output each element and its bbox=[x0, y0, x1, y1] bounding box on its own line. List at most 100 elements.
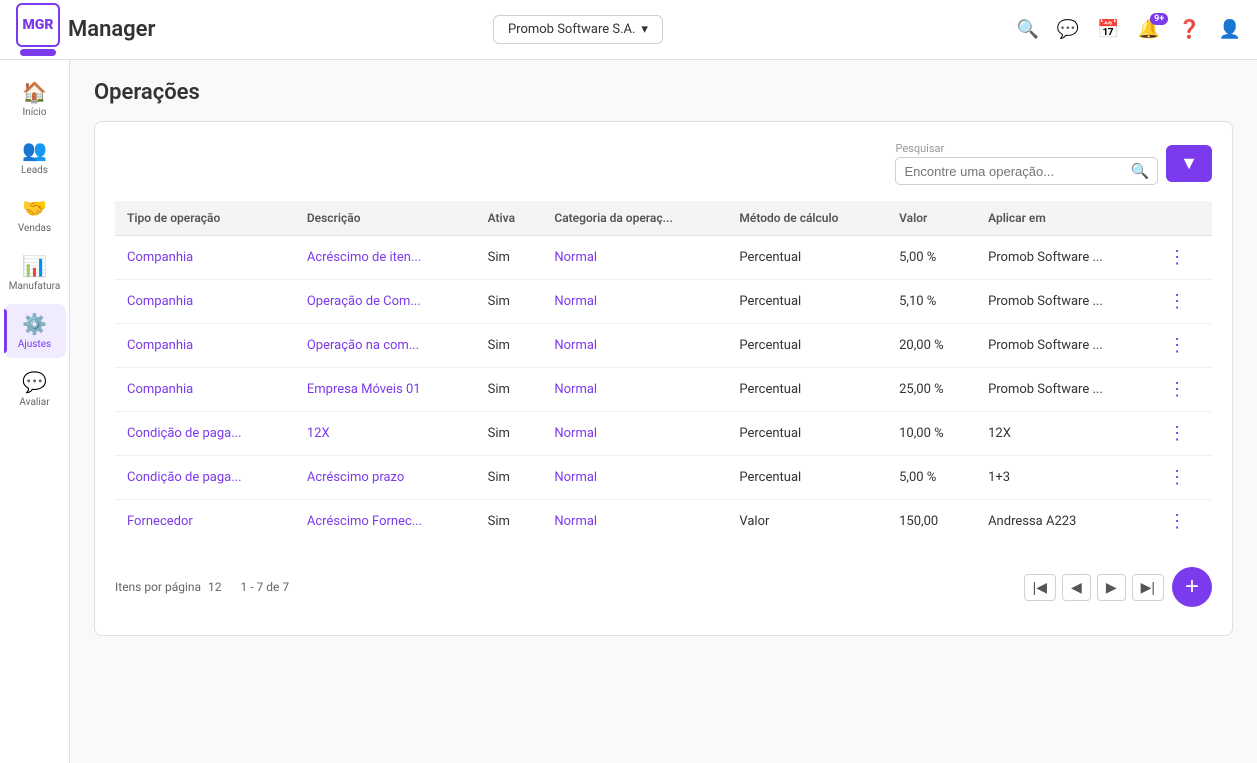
sidebar: 🏠 Início 👥 Leads 🤝 Vendas 📊 Manufatura ⚙… bbox=[0, 60, 70, 763]
search-icon-btn[interactable]: 🔍 bbox=[1016, 19, 1038, 40]
cell-descricao[interactable]: Acréscimo Fornec... bbox=[295, 500, 476, 544]
layout: 🏠 Início 👥 Leads 🤝 Vendas 📊 Manufatura ⚙… bbox=[0, 60, 1257, 763]
cell-metodo: Percentual bbox=[727, 456, 887, 500]
cell-tipo[interactable]: Condição de paga... bbox=[115, 456, 295, 500]
sidebar-label-ajustes: Ajustes bbox=[18, 339, 51, 350]
cell-metodo: Percentual bbox=[727, 236, 887, 280]
cell-ativa: Sim bbox=[476, 368, 543, 412]
cell-categoria[interactable]: Normal bbox=[542, 412, 727, 456]
add-icon: + bbox=[1185, 573, 1199, 601]
search-row: Pesquisar 🔍 ▼ bbox=[115, 142, 1212, 185]
cell-tipo[interactable]: Condição de paga... bbox=[115, 412, 295, 456]
cell-tipo[interactable]: Companhia bbox=[115, 324, 295, 368]
vendas-icon: 🤝 bbox=[22, 196, 47, 220]
pagination-row: Itens por página 12 1 - 7 de 7 |◀ ◀ ▶ ▶|… bbox=[115, 559, 1212, 615]
header-row: Tipo de operação Descrição Ativa Categor… bbox=[115, 201, 1212, 236]
company-label: Promob Software S.A. bbox=[508, 22, 635, 37]
sidebar-item-leads[interactable]: 👥 Leads bbox=[4, 130, 66, 184]
next-page-button[interactable]: ▶ bbox=[1097, 574, 1126, 601]
cell-metodo: Percentual bbox=[727, 412, 887, 456]
cell-valor: 150,00 bbox=[887, 500, 976, 544]
row-menu-icon[interactable]: ⋮ bbox=[1168, 423, 1187, 444]
cell-menu[interactable]: ⋮ bbox=[1156, 412, 1212, 456]
page-title: Operações bbox=[94, 80, 1233, 105]
calendar-icon-btn[interactable]: 📅 bbox=[1097, 19, 1119, 40]
operations-card: Pesquisar 🔍 ▼ Tipo de operação Descrição… bbox=[94, 121, 1233, 636]
cell-descricao[interactable]: Acréscimo de iten... bbox=[295, 236, 476, 280]
cell-tipo[interactable]: Companhia bbox=[115, 236, 295, 280]
pagination-controls: |◀ ◀ ▶ ▶| bbox=[1024, 574, 1164, 601]
cell-valor: 20,00 % bbox=[887, 324, 976, 368]
sidebar-item-inicio[interactable]: 🏠 Início bbox=[4, 72, 66, 126]
cell-tipo[interactable]: Fornecedor bbox=[115, 500, 295, 544]
app-name: Manager bbox=[68, 17, 155, 42]
sidebar-item-vendas[interactable]: 🤝 Vendas bbox=[4, 188, 66, 242]
cell-ativa: Sim bbox=[476, 236, 543, 280]
cell-categoria[interactable]: Normal bbox=[542, 368, 727, 412]
cell-menu[interactable]: ⋮ bbox=[1156, 236, 1212, 280]
cell-categoria[interactable]: Normal bbox=[542, 324, 727, 368]
cell-categoria[interactable]: Normal bbox=[542, 236, 727, 280]
table-row: Companhia Operação na com... Sim Normal … bbox=[115, 324, 1212, 368]
sidebar-item-ajustes[interactable]: ⚙️ Ajustes bbox=[4, 304, 66, 358]
sidebar-item-avaliar[interactable]: 💬 Avaliar bbox=[4, 362, 66, 416]
cell-aplicar: Promob Software ... bbox=[976, 324, 1156, 368]
table-row: Companhia Empresa Móveis 01 Sim Normal P… bbox=[115, 368, 1212, 412]
items-per-page-value: 12 bbox=[208, 580, 222, 594]
company-selector[interactable]: Promob Software S.A. ▾ bbox=[493, 15, 663, 44]
cell-tipo[interactable]: Companhia bbox=[115, 368, 295, 412]
search-input[interactable] bbox=[904, 164, 1124, 179]
cell-menu[interactable]: ⋮ bbox=[1156, 324, 1212, 368]
items-per-page-label: Itens por página bbox=[115, 580, 201, 594]
logo-box: MGR bbox=[16, 3, 60, 47]
pagination-right: |◀ ◀ ▶ ▶| + bbox=[1024, 567, 1212, 607]
cell-categoria[interactable]: Normal bbox=[542, 280, 727, 324]
row-menu-icon[interactable]: ⋮ bbox=[1168, 247, 1187, 268]
bell-icon-btn[interactable]: 🔔 9+ bbox=[1138, 19, 1160, 40]
cell-menu[interactable]: ⋮ bbox=[1156, 280, 1212, 324]
cell-categoria[interactable]: Normal bbox=[542, 500, 727, 544]
topbar-center: Promob Software S.A. ▾ bbox=[155, 15, 1000, 44]
cell-menu[interactable]: ⋮ bbox=[1156, 500, 1212, 544]
table-row: Companhia Operação de Com... Sim Normal … bbox=[115, 280, 1212, 324]
filter-button[interactable]: ▼ bbox=[1166, 145, 1212, 182]
pagination-range: 1 - 7 de 7 bbox=[241, 580, 290, 594]
cell-metodo: Percentual bbox=[727, 368, 887, 412]
cell-descricao[interactable]: Operação de Com... bbox=[295, 280, 476, 324]
cell-categoria[interactable]: Normal bbox=[542, 456, 727, 500]
topbar-icons: 🔍 💬 📅 🔔 9+ ❓ 👤 bbox=[1016, 19, 1241, 40]
search-icon[interactable]: 🔍 bbox=[1130, 162, 1149, 180]
last-page-button[interactable]: ▶| bbox=[1132, 574, 1164, 601]
row-menu-icon[interactable]: ⋮ bbox=[1168, 291, 1187, 312]
row-menu-icon[interactable]: ⋮ bbox=[1168, 467, 1187, 488]
sidebar-item-manufatura[interactable]: 📊 Manufatura bbox=[4, 246, 66, 300]
cell-ativa: Sim bbox=[476, 500, 543, 544]
cell-aplicar: 12X bbox=[976, 412, 1156, 456]
search-group: Pesquisar 🔍 bbox=[895, 142, 1158, 185]
cell-menu[interactable]: ⋮ bbox=[1156, 368, 1212, 412]
col-ativa: Ativa bbox=[476, 201, 543, 236]
cell-valor: 5,00 % bbox=[887, 236, 976, 280]
row-menu-icon[interactable]: ⋮ bbox=[1168, 511, 1187, 532]
search-label: Pesquisar bbox=[895, 142, 1158, 155]
active-indicator bbox=[4, 309, 7, 352]
add-operation-button[interactable]: + bbox=[1172, 567, 1212, 607]
first-page-button[interactable]: |◀ bbox=[1024, 574, 1056, 601]
cell-descricao[interactable]: Operação na com... bbox=[295, 324, 476, 368]
col-categoria: Categoria da operaç... bbox=[542, 201, 727, 236]
table-row: Condição de paga... Acréscimo prazo Sim … bbox=[115, 456, 1212, 500]
cell-descricao[interactable]: 12X bbox=[295, 412, 476, 456]
chat-icon-btn[interactable]: 💬 bbox=[1057, 19, 1079, 40]
prev-page-button[interactable]: ◀ bbox=[1062, 574, 1091, 601]
help-icon-btn[interactable]: ❓ bbox=[1178, 19, 1200, 40]
row-menu-icon[interactable]: ⋮ bbox=[1168, 379, 1187, 400]
manufatura-icon: 📊 bbox=[22, 254, 47, 278]
logo-area: MGR Manager bbox=[16, 3, 155, 56]
row-menu-icon[interactable]: ⋮ bbox=[1168, 335, 1187, 356]
cell-menu[interactable]: ⋮ bbox=[1156, 456, 1212, 500]
cell-descricao[interactable]: Acréscimo prazo bbox=[295, 456, 476, 500]
user-icon-btn[interactable]: 👤 bbox=[1219, 19, 1241, 40]
cell-tipo[interactable]: Companhia bbox=[115, 280, 295, 324]
cell-ativa: Sim bbox=[476, 456, 543, 500]
cell-descricao[interactable]: Empresa Móveis 01 bbox=[295, 368, 476, 412]
